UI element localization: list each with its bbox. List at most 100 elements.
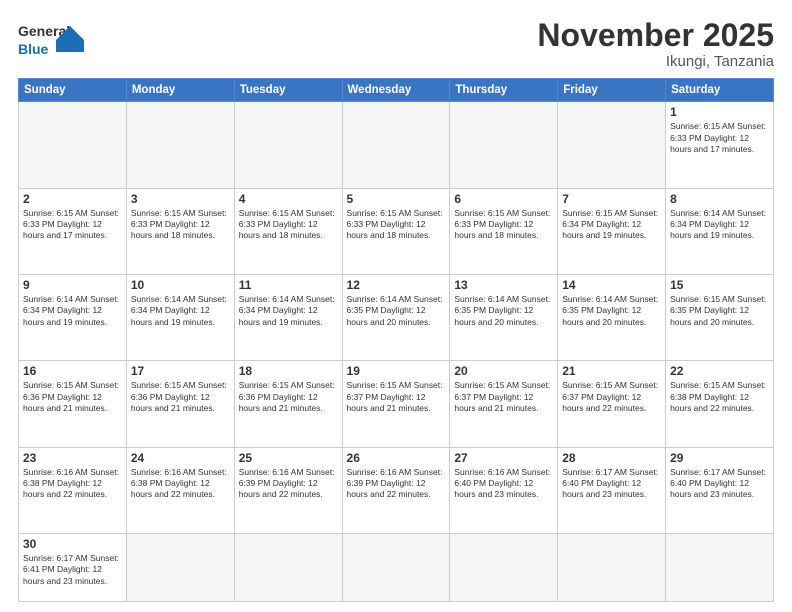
day-number: 4 xyxy=(239,192,338,206)
calendar-cell-4-2: 25 Sunrise: 6:16 AM Sunset: 6:39 PM Dayli… xyxy=(234,447,342,533)
location: Ikungi, Tanzania xyxy=(537,53,774,70)
day-number: 5 xyxy=(347,192,446,206)
calendar-cell-4-0: 23 Sunrise: 6:16 AM Sunset: 6:38 PM Dayli… xyxy=(19,447,127,533)
calendar-week-2: 2 Sunrise: 6:15 AM Sunset: 6:33 PM Daylig… xyxy=(19,188,774,274)
title-block: November 2025 Ikungi, Tanzania xyxy=(537,18,774,70)
day-number: 3 xyxy=(131,192,230,206)
day-number: 14 xyxy=(562,278,661,292)
day-info: Sunrise: 6:17 AM Sunset: 6:40 PM Dayligh… xyxy=(562,467,661,501)
calendar-cell-1-3: 5 Sunrise: 6:15 AM Sunset: 6:33 PM Daylig… xyxy=(342,188,450,274)
day-info: Sunrise: 6:15 AM Sunset: 6:35 PM Dayligh… xyxy=(670,294,769,328)
calendar-cell-0-6: 1 Sunrise: 6:15 AM Sunset: 6:33 PM Daylig… xyxy=(666,102,774,188)
calendar-cell-0-4 xyxy=(450,102,558,188)
weekday-header-row: SundayMondayTuesdayWednesdayThursdayFrid… xyxy=(19,79,774,102)
calendar-cell-4-5: 28 Sunrise: 6:17 AM Sunset: 6:40 PM Dayli… xyxy=(558,447,666,533)
calendar-cell-1-5: 7Sunrise: 6:15 AM Sunset: 6:34 PM Daylig… xyxy=(558,188,666,274)
calendar-cell-2-4: 13 Sunrise: 6:14 AM Sunset: 6:35 PM Dayli… xyxy=(450,274,558,360)
calendar-week-5: 23 Sunrise: 6:16 AM Sunset: 6:38 PM Dayli… xyxy=(19,447,774,533)
day-number: 1 xyxy=(670,105,769,119)
weekday-header-monday: Monday xyxy=(126,79,234,102)
day-info: Sunrise: 6:14 AM Sunset: 6:34 PM Dayligh… xyxy=(131,294,230,328)
day-number: 23 xyxy=(23,451,122,465)
calendar-cell-4-6: 29Sunrise: 6:17 AM Sunset: 6:40 PM Dayli… xyxy=(666,447,774,533)
month-title: November 2025 xyxy=(537,18,774,53)
calendar-cell-5-6 xyxy=(666,533,774,601)
day-number: 6 xyxy=(454,192,553,206)
day-number: 22 xyxy=(670,364,769,378)
calendar-week-3: 9 Sunrise: 6:14 AM Sunset: 6:34 PM Daylig… xyxy=(19,274,774,360)
day-info: Sunrise: 6:15 AM Sunset: 6:33 PM Dayligh… xyxy=(131,208,230,242)
day-info: Sunrise: 6:15 AM Sunset: 6:38 PM Dayligh… xyxy=(670,380,769,414)
day-info: Sunrise: 6:15 AM Sunset: 6:33 PM Dayligh… xyxy=(239,208,338,242)
day-info: Sunrise: 6:15 AM Sunset: 6:33 PM Dayligh… xyxy=(454,208,553,242)
calendar-cell-2-1: 10 Sunrise: 6:14 AM Sunset: 6:34 PM Dayli… xyxy=(126,274,234,360)
calendar-cell-0-5 xyxy=(558,102,666,188)
day-number: 21 xyxy=(562,364,661,378)
day-info: Sunrise: 6:15 AM Sunset: 6:36 PM Dayligh… xyxy=(239,380,338,414)
calendar-cell-3-3: 19 Sunrise: 6:15 AM Sunset: 6:37 PM Dayli… xyxy=(342,361,450,447)
calendar-cell-5-2 xyxy=(234,533,342,601)
day-info: Sunrise: 6:16 AM Sunset: 6:38 PM Dayligh… xyxy=(23,467,122,501)
day-info: Sunrise: 6:17 AM Sunset: 6:41 PM Dayligh… xyxy=(23,553,122,587)
weekday-header-tuesday: Tuesday xyxy=(234,79,342,102)
weekday-header-saturday: Saturday xyxy=(666,79,774,102)
day-number: 28 xyxy=(562,451,661,465)
day-info: Sunrise: 6:16 AM Sunset: 6:40 PM Dayligh… xyxy=(454,467,553,501)
day-number: 24 xyxy=(131,451,230,465)
day-number: 18 xyxy=(239,364,338,378)
weekday-header-friday: Friday xyxy=(558,79,666,102)
svg-text:Blue: Blue xyxy=(18,41,49,57)
day-number: 13 xyxy=(454,278,553,292)
calendar-cell-2-2: 11 Sunrise: 6:14 AM Sunset: 6:34 PM Dayli… xyxy=(234,274,342,360)
day-number: 15 xyxy=(670,278,769,292)
calendar-cell-5-3 xyxy=(342,533,450,601)
calendar-cell-2-5: 14 Sunrise: 6:14 AM Sunset: 6:35 PM Dayli… xyxy=(558,274,666,360)
day-info: Sunrise: 6:15 AM Sunset: 6:37 PM Dayligh… xyxy=(454,380,553,414)
day-number: 11 xyxy=(239,278,338,292)
day-number: 16 xyxy=(23,364,122,378)
day-info: Sunrise: 6:16 AM Sunset: 6:39 PM Dayligh… xyxy=(239,467,338,501)
day-info: Sunrise: 6:15 AM Sunset: 6:37 PM Dayligh… xyxy=(562,380,661,414)
calendar-table: SundayMondayTuesdayWednesdayThursdayFrid… xyxy=(18,78,774,602)
calendar-cell-0-0 xyxy=(19,102,127,188)
day-number: 2 xyxy=(23,192,122,206)
day-number: 26 xyxy=(347,451,446,465)
calendar-cell-1-2: 4 Sunrise: 6:15 AM Sunset: 6:33 PM Daylig… xyxy=(234,188,342,274)
calendar-cell-3-0: 16Sunrise: 6:15 AM Sunset: 6:36 PM Dayli… xyxy=(19,361,127,447)
day-number: 30 xyxy=(23,537,122,551)
day-info: Sunrise: 6:15 AM Sunset: 6:34 PM Dayligh… xyxy=(562,208,661,242)
calendar-cell-1-0: 2 Sunrise: 6:15 AM Sunset: 6:33 PM Daylig… xyxy=(19,188,127,274)
day-info: Sunrise: 6:14 AM Sunset: 6:34 PM Dayligh… xyxy=(239,294,338,328)
day-info: Sunrise: 6:15 AM Sunset: 6:36 PM Dayligh… xyxy=(131,380,230,414)
calendar-cell-5-0: 30 Sunrise: 6:17 AM Sunset: 6:41 PM Dayli… xyxy=(19,533,127,601)
header: General Blue November 2025 Ikungi, Tanza… xyxy=(18,18,774,70)
day-number: 12 xyxy=(347,278,446,292)
day-info: Sunrise: 6:14 AM Sunset: 6:35 PM Dayligh… xyxy=(562,294,661,328)
calendar-cell-2-0: 9 Sunrise: 6:14 AM Sunset: 6:34 PM Daylig… xyxy=(19,274,127,360)
calendar-cell-5-5 xyxy=(558,533,666,601)
day-info: Sunrise: 6:15 AM Sunset: 6:33 PM Dayligh… xyxy=(670,121,769,155)
day-number: 10 xyxy=(131,278,230,292)
page: General Blue November 2025 Ikungi, Tanza… xyxy=(0,0,792,612)
day-info: Sunrise: 6:15 AM Sunset: 6:33 PM Dayligh… xyxy=(23,208,122,242)
calendar-cell-4-4: 27Sunrise: 6:16 AM Sunset: 6:40 PM Dayli… xyxy=(450,447,558,533)
day-info: Sunrise: 6:14 AM Sunset: 6:35 PM Dayligh… xyxy=(454,294,553,328)
calendar-cell-0-1 xyxy=(126,102,234,188)
day-number: 25 xyxy=(239,451,338,465)
calendar-cell-3-4: 20Sunrise: 6:15 AM Sunset: 6:37 PM Dayli… xyxy=(450,361,558,447)
day-info: Sunrise: 6:16 AM Sunset: 6:38 PM Dayligh… xyxy=(131,467,230,501)
day-number: 9 xyxy=(23,278,122,292)
calendar-week-1: 1 Sunrise: 6:15 AM Sunset: 6:33 PM Daylig… xyxy=(19,102,774,188)
calendar-cell-1-1: 3 Sunrise: 6:15 AM Sunset: 6:33 PM Daylig… xyxy=(126,188,234,274)
day-info: Sunrise: 6:14 AM Sunset: 6:34 PM Dayligh… xyxy=(670,208,769,242)
weekday-header-sunday: Sunday xyxy=(19,79,127,102)
day-number: 19 xyxy=(347,364,446,378)
day-info: Sunrise: 6:15 AM Sunset: 6:37 PM Dayligh… xyxy=(347,380,446,414)
calendar-cell-3-6: 22 Sunrise: 6:15 AM Sunset: 6:38 PM Dayli… xyxy=(666,361,774,447)
logo: General Blue xyxy=(18,18,108,62)
day-number: 8 xyxy=(670,192,769,206)
calendar-cell-0-2 xyxy=(234,102,342,188)
day-info: Sunrise: 6:15 AM Sunset: 6:33 PM Dayligh… xyxy=(347,208,446,242)
day-info: Sunrise: 6:14 AM Sunset: 6:34 PM Dayligh… xyxy=(23,294,122,328)
calendar-cell-4-3: 26Sunrise: 6:16 AM Sunset: 6:39 PM Dayli… xyxy=(342,447,450,533)
